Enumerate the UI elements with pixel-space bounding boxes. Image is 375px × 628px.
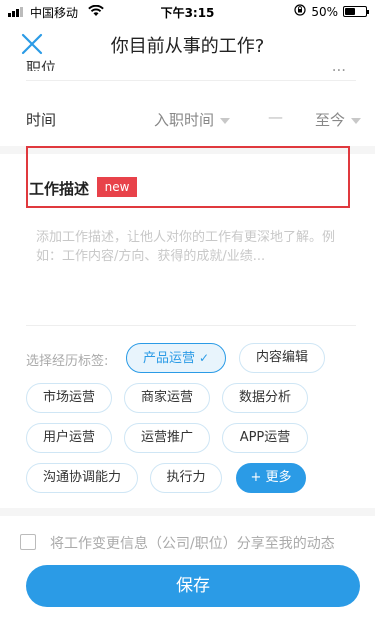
position-label: 职位 bbox=[26, 59, 57, 71]
position-row[interactable]: 职位 ... bbox=[26, 55, 346, 71]
tag-label: 商家运营 bbox=[140, 390, 193, 405]
tag-communication[interactable]: 沟通协调能力 bbox=[26, 463, 138, 493]
tag-product-operation[interactable]: 产品运营 ✓ bbox=[126, 343, 226, 373]
status-bar: 中国移动 下午3:15 50% bbox=[0, 0, 375, 22]
end-date-select[interactable]: 至今 bbox=[315, 109, 362, 130]
start-date-select[interactable]: 入职时间 bbox=[154, 109, 231, 130]
check-icon: ✓ bbox=[198, 351, 210, 365]
section-separator bbox=[0, 508, 375, 516]
tags-label: 选择经历标签: bbox=[26, 354, 109, 369]
time-label: 时间 bbox=[26, 111, 57, 129]
battery-percent: 50% bbox=[311, 4, 338, 19]
tag-label: 沟通协调能力 bbox=[42, 470, 121, 485]
caret-down-icon bbox=[220, 117, 231, 124]
tag-label: 运营推广 bbox=[140, 430, 193, 445]
tag-execution[interactable]: 执行力 bbox=[150, 463, 222, 493]
new-badge: new bbox=[97, 177, 137, 197]
more-tags-label: + 更多 bbox=[250, 470, 292, 485]
tag-content-editing[interactable]: 内容编辑 bbox=[239, 343, 325, 373]
share-row: 将工作变更信息（公司/职位）分享至我的动态 bbox=[0, 530, 375, 554]
tag-data-analysis[interactable]: 数据分析 bbox=[222, 383, 308, 413]
tag-label: APP运营 bbox=[239, 430, 291, 445]
tag-label: 市场运营 bbox=[42, 390, 95, 405]
end-date-text: 至今 bbox=[315, 111, 346, 129]
tag-user-operation[interactable]: 用户运营 bbox=[26, 423, 112, 453]
tag-label: 内容编辑 bbox=[255, 350, 308, 365]
description-title: 工作描述 bbox=[29, 180, 90, 198]
share-checkbox[interactable] bbox=[20, 534, 36, 550]
divider bbox=[26, 80, 356, 81]
battery-icon bbox=[343, 6, 369, 17]
time-row: 时间 入职时间 — 至今 bbox=[0, 106, 375, 132]
caret-down-icon bbox=[351, 117, 362, 124]
tag-operation-promotion[interactable]: 运营推广 bbox=[124, 423, 210, 453]
more-tags-button[interactable]: + 更多 bbox=[236, 463, 306, 493]
tag-label: 数据分析 bbox=[238, 390, 291, 405]
tag-app-operation[interactable]: APP运营 bbox=[222, 423, 308, 453]
tag-marketing-operation[interactable]: 市场运营 bbox=[26, 383, 112, 413]
tag-label: 用户运营 bbox=[42, 430, 95, 445]
start-date-text: 入职时间 bbox=[154, 111, 215, 129]
date-separator: — bbox=[268, 108, 283, 126]
tag-label: 执行力 bbox=[166, 470, 206, 485]
tag-merchant-operation[interactable]: 商家运营 bbox=[124, 383, 210, 413]
position-value: ... bbox=[331, 57, 346, 71]
rotation-lock-icon bbox=[294, 4, 306, 19]
divider bbox=[26, 325, 356, 326]
save-button[interactable]: 保存 bbox=[26, 565, 360, 607]
description-input[interactable] bbox=[36, 227, 356, 317]
share-text: 将工作变更信息（公司/职位）分享至我的动态 bbox=[50, 536, 335, 552]
tag-label: 产品运营 bbox=[142, 351, 195, 366]
